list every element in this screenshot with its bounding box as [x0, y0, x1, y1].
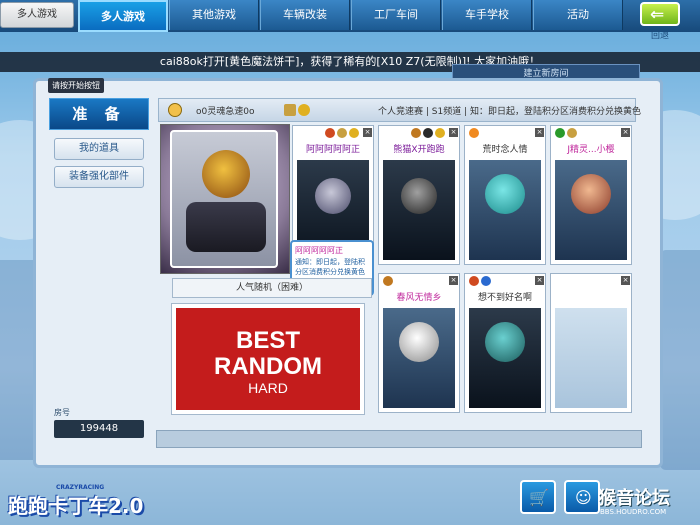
- mask-icon: [423, 128, 433, 138]
- slot-character: [555, 160, 627, 260]
- slot-player-name: 阿阿阿阿阿正: [305, 145, 360, 155]
- slot-player-name: 春风无情乡: [396, 293, 442, 303]
- player-slot[interactable]: × 熊猫X开跑跑: [378, 125, 460, 265]
- kick-button[interactable]: ×: [535, 276, 544, 285]
- tooltip-title: 阿阿阿阿阿正: [295, 246, 343, 255]
- shop-cart-button[interactable]: 🛒: [520, 480, 556, 514]
- slot-character: [469, 308, 541, 408]
- player-name: o0灵魂急速0o: [196, 107, 255, 117]
- news-ticker: 知：即日起，登陆积分区消费积分兑换黄色: [470, 107, 642, 117]
- character-head: [485, 322, 525, 362]
- character-head: [401, 178, 437, 214]
- character-head: [571, 174, 611, 214]
- player-badges: [284, 104, 312, 116]
- empty-slot-area: [555, 308, 627, 408]
- background-building: [660, 250, 700, 470]
- map-name[interactable]: 人气随机（困难）: [172, 278, 372, 298]
- map-title-line2: RANDOM: [214, 353, 322, 380]
- ready-button[interactable]: 准 备: [49, 98, 149, 130]
- game-mode: 个人竞速赛: [378, 107, 424, 117]
- level-icon: [383, 276, 393, 286]
- back-button[interactable]: ⇐: [640, 2, 680, 26]
- kick-button[interactable]: ×: [449, 276, 458, 285]
- player-slot[interactable]: × 春风无情乡: [378, 273, 460, 413]
- tab-factory[interactable]: 工厂车间: [351, 0, 441, 30]
- room-number: 199448: [54, 420, 144, 438]
- tab-driver-school[interactable]: 车手学校: [442, 0, 532, 30]
- map-title-line1: BEST: [235, 327, 300, 354]
- player-kart: [186, 202, 266, 252]
- face-icon: ☺: [575, 488, 592, 507]
- map-preview[interactable]: BEST RANDOM HARD: [171, 303, 365, 415]
- emote-button[interactable]: ☺: [564, 480, 600, 514]
- empty-slot[interactable]: ×: [550, 273, 632, 413]
- trophy-icon: [435, 128, 445, 138]
- character-head: [399, 322, 439, 362]
- start-hint: 请按开始按钮: [48, 78, 104, 93]
- cart-icon: 🛒: [529, 488, 549, 507]
- slot-character: [383, 308, 455, 408]
- kick-button[interactable]: ×: [363, 128, 372, 137]
- slot-player-name: J精灵...小樱: [567, 145, 615, 155]
- kick-button[interactable]: ×: [621, 128, 630, 137]
- player-slot[interactable]: × 想不到好名啊: [464, 273, 546, 413]
- forum-url: BBS.HOUDRO.COM: [600, 508, 667, 516]
- character-head: [485, 174, 525, 214]
- trophy-icon: [298, 104, 310, 116]
- player-slot[interactable]: × J精灵...小樱: [550, 125, 632, 265]
- slot-player-name: 熊猫X开跑跑: [393, 145, 445, 155]
- logo-title: 跑跑卡丁车2.0: [8, 494, 144, 518]
- badge-icon: [337, 128, 347, 138]
- back-label: 回退: [651, 31, 670, 41]
- character-head: [315, 178, 351, 214]
- level-icon: [555, 128, 565, 138]
- slot-character: [383, 160, 455, 260]
- map-difficulty: HARD: [248, 380, 288, 396]
- slot-character: [469, 160, 541, 260]
- kick-button[interactable]: ×: [621, 276, 630, 285]
- game-logo: CRAZYRACING 跑跑卡丁车2.0: [8, 484, 148, 520]
- tab-multiplayer[interactable]: 多人游戏: [78, 0, 168, 32]
- forum-watermark: 猴音论坛: [598, 488, 670, 509]
- level-icon: [469, 276, 479, 286]
- chat-bar[interactable]: [156, 430, 642, 448]
- badge-icon: [567, 128, 577, 138]
- player-level-icon: [168, 103, 182, 117]
- back-arrow-icon: ⇐: [650, 5, 665, 25]
- level-icon: [325, 128, 335, 138]
- slot-player-name: 荒时念人情: [482, 145, 528, 155]
- player-character-card[interactable]: [170, 130, 278, 268]
- equip-upgrade-button[interactable]: 装备强化部件: [54, 166, 144, 188]
- player-slot[interactable]: × 荒时念人情: [464, 125, 546, 265]
- map-title: BEST RANDOM: [176, 328, 360, 380]
- room-info: 个人竞速赛 | S1频道 | 知：即日起，登陆积分区消费积分兑换黄色: [378, 107, 642, 117]
- my-items-button[interactable]: 我的道具: [54, 138, 144, 160]
- trophy-icon: [349, 128, 359, 138]
- kick-button[interactable]: ×: [535, 128, 544, 137]
- kick-button[interactable]: ×: [449, 128, 458, 137]
- channel-name: S1频道: [431, 107, 462, 117]
- tab-events[interactable]: 活动: [533, 0, 623, 30]
- tab-other-games[interactable]: 其他游戏: [169, 0, 259, 30]
- nav-home-button[interactable]: 多人游戏: [0, 2, 74, 28]
- player-avatar: [202, 150, 250, 198]
- level-icon: [411, 128, 421, 138]
- slot-player-name: 想不到好名啊: [477, 293, 532, 303]
- badge-icon: [284, 104, 296, 116]
- badge-icon: [481, 276, 491, 286]
- room-number-label: 房号: [54, 408, 70, 417]
- hand-icon: [469, 128, 479, 138]
- tab-vehicle-mod[interactable]: 车辆改装: [260, 0, 350, 30]
